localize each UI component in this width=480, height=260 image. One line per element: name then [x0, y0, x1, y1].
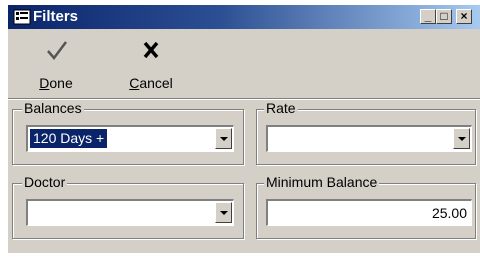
doctor-selected-value [30, 203, 36, 222]
minimize-button[interactable]: _ [420, 9, 436, 24]
chevron-down-icon[interactable] [453, 128, 470, 149]
filters-app-icon [13, 9, 31, 25]
done-button[interactable]: Done [26, 35, 86, 93]
minimum-balance-label: Minimum Balance [264, 174, 380, 190]
filters-window: Filters _ □ × Done Cancel Balances 120 D… [8, 5, 480, 253]
title-bar[interactable]: Filters _ □ × [8, 5, 480, 29]
x-icon [143, 41, 159, 59]
rate-label: Rate [264, 100, 298, 116]
doctor-label: Doctor [22, 174, 68, 190]
balances-selected-value: 120 Days + [30, 129, 108, 148]
doctor-dropdown[interactable] [26, 199, 234, 226]
chevron-down-icon[interactable] [215, 128, 232, 149]
balances-label: Balances [22, 100, 84, 116]
minimum-balance-value: 25.00 [431, 205, 467, 221]
done-label: Done [39, 75, 73, 91]
cancel-button[interactable]: Cancel [121, 35, 181, 93]
chevron-down-icon[interactable] [215, 202, 232, 223]
minimize-icon: _ [424, 9, 432, 23]
window-title: Filters [33, 8, 79, 25]
cancel-label: Cancel [129, 75, 173, 91]
close-icon: × [460, 9, 468, 23]
checkmark-icon [47, 41, 67, 60]
maximize-button[interactable]: □ [436, 9, 452, 24]
maximize-icon: □ [440, 9, 448, 23]
rate-dropdown[interactable] [266, 125, 472, 152]
minimum-balance-input[interactable]: 25.00 [266, 199, 472, 226]
balances-dropdown[interactable]: 120 Days + [26, 125, 234, 152]
close-button[interactable]: × [456, 9, 472, 24]
rate-selected-value [270, 129, 276, 148]
